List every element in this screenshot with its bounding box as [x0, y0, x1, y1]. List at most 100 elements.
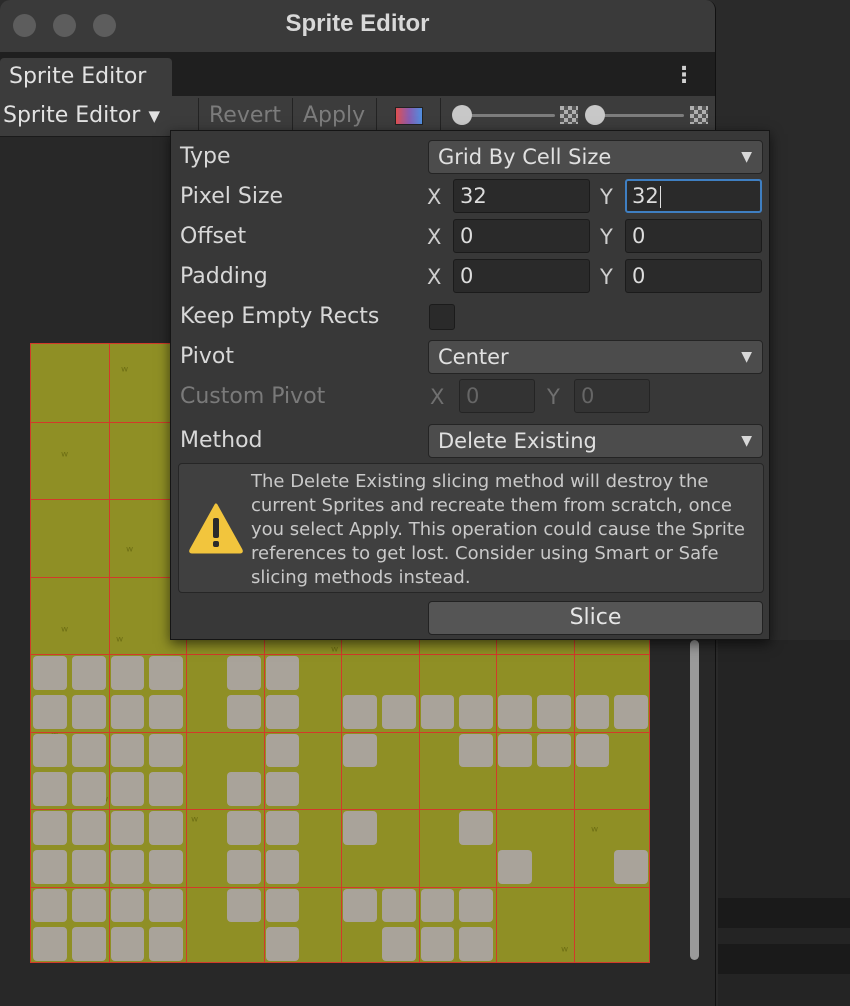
stone-tile: [420, 927, 455, 961]
stone-tile: [459, 927, 493, 961]
stone-tile: [149, 811, 183, 845]
stone-tile: [575, 733, 610, 768]
offset-y-axis: Y: [600, 225, 613, 249]
chevron-down-icon: ▼: [741, 349, 752, 365]
stone-tile: [149, 733, 183, 768]
vertical-scrollbar[interactable]: [690, 640, 699, 960]
type-dropdown[interactable]: Grid By Cell Size ▼: [428, 140, 763, 174]
padding-y-axis: Y: [600, 265, 613, 289]
revert-button[interactable]: Revert: [209, 98, 281, 134]
grass-tuft: ʷ: [591, 824, 599, 840]
alpha-slider-handle[interactable]: [452, 105, 472, 125]
stone-tile: [110, 927, 145, 961]
padding-x-value: 0: [460, 264, 474, 288]
stone-tile: [71, 656, 106, 690]
offset-y-value: 0: [632, 224, 646, 248]
toolbar-divider: [376, 98, 377, 134]
stone-tile: [226, 656, 261, 690]
stone-tile: [343, 694, 377, 729]
stone-tile: [536, 733, 571, 768]
stone-tile: [459, 694, 493, 729]
custom-pivot-x-value: 0: [466, 384, 480, 408]
stone-tile: [614, 694, 648, 729]
pixel-size-y-axis: Y: [600, 185, 613, 209]
keep-empty-rects-label: Keep Empty Rects: [180, 304, 380, 329]
stone-tile: [226, 888, 261, 923]
stone-tile: [71, 772, 106, 806]
window-title: Sprite Editor: [285, 10, 430, 37]
chevron-down-icon: ▼: [741, 149, 752, 165]
stone-tile: [265, 849, 300, 884]
type-label: Type: [180, 144, 231, 169]
custom-pivot-label: Custom Pivot: [180, 384, 326, 409]
mip-slider-handle[interactable]: [585, 105, 605, 125]
apply-button[interactable]: Apply: [303, 98, 365, 134]
stone-tile: [575, 694, 610, 729]
offset-x-field[interactable]: 0: [453, 219, 590, 253]
stone-tile: [33, 849, 67, 884]
stone-tile: [498, 694, 532, 729]
editor-mode-dropdown[interactable]: Sprite Editor ▼: [0, 98, 170, 134]
pixel-size-y-field[interactable]: 32: [625, 179, 762, 213]
stone-tile: [265, 811, 300, 845]
padding-label: Padding: [180, 264, 268, 289]
stone-tile: [71, 733, 106, 768]
title-bar: Sprite Editor: [0, 0, 715, 52]
stone-tile: [33, 927, 67, 961]
toolbar-divider: [292, 98, 293, 134]
stone-tile: [71, 694, 106, 729]
pixel-size-label: Pixel Size: [180, 184, 284, 209]
stone-tile: [149, 694, 183, 729]
method-dropdown[interactable]: Delete Existing ▼: [428, 424, 763, 458]
pixel-size-y-value: 32: [632, 184, 659, 208]
warning-icon: [189, 503, 243, 554]
grass-tuft: ʷ: [191, 814, 199, 830]
pivot-dropdown[interactable]: Center ▼: [428, 340, 763, 374]
stone-tile: [226, 811, 261, 845]
stone-tile: [226, 849, 261, 884]
grass-tuft: ʷ: [561, 944, 569, 960]
slice-grid-line: [31, 731, 649, 733]
pivot-value: Center: [438, 345, 509, 369]
grass-tuft: ʷ: [331, 644, 339, 660]
pixel-size-x-field[interactable]: 32: [453, 179, 590, 213]
offset-x-value: 0: [460, 224, 474, 248]
padding-x-field[interactable]: 0: [453, 259, 590, 293]
pivot-label: Pivot: [180, 344, 235, 369]
offset-x-axis: X: [427, 225, 442, 249]
stone-tile: [381, 927, 416, 961]
offset-label: Offset: [180, 224, 247, 249]
stone-tile: [343, 888, 377, 923]
stone-tile: [110, 656, 145, 690]
grass-tuft: ʷ: [116, 634, 124, 650]
stone-tile: [33, 694, 67, 729]
offset-y-field[interactable]: 0: [625, 219, 762, 253]
tab-sprite-editor[interactable]: Sprite Editor: [0, 58, 172, 96]
stone-tile: [33, 811, 67, 845]
stone-tile: [498, 849, 532, 884]
stone-tile: [265, 772, 300, 806]
stone-tile: [265, 927, 300, 961]
chevron-down-icon: ▼: [741, 433, 752, 449]
grass-tuft: ʷ: [61, 449, 69, 465]
warning-helpbox: The Delete Existing slicing method will …: [178, 463, 764, 593]
mip-checker-icon: [690, 106, 708, 124]
warning-message: The Delete Existing slicing method will …: [251, 471, 745, 588]
stone-tile: [149, 656, 183, 690]
kebab-menu-icon[interactable]: ⋮: [670, 62, 698, 92]
color-channel-toggle-icon[interactable]: [395, 107, 423, 125]
chevron-down-icon: ▼: [148, 107, 160, 125]
stone-tile: [110, 772, 145, 806]
stone-tile: [110, 888, 145, 923]
stone-tile: [71, 888, 106, 923]
mip-slider-track[interactable]: [594, 114, 684, 117]
keep-empty-rects-checkbox[interactable]: [429, 304, 455, 330]
alpha-slider-track[interactable]: [460, 114, 555, 117]
stone-tile: [149, 849, 183, 884]
toolbar-divider: [198, 98, 199, 134]
stone-tile: [459, 733, 493, 768]
padding-y-field[interactable]: 0: [625, 259, 762, 293]
stone-tile: [149, 772, 183, 806]
slice-button[interactable]: Slice: [428, 601, 763, 635]
stone-tile: [71, 927, 106, 961]
